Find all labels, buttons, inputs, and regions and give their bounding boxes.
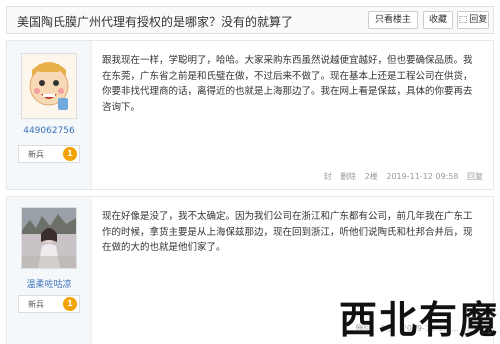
- thread-header: 美国陶氏膜广州代理有授权的是哪家？没有的就算了 只看楼主 收藏 ⬚ 回复: [6, 6, 494, 34]
- avatar-photo-icon: [22, 208, 76, 268]
- avatar-cartoon-icon: [22, 54, 76, 118]
- delete-link[interactable]: 删除: [340, 172, 356, 181]
- avatar[interactable]: [21, 53, 77, 119]
- watermark-text: 西北有魔: [339, 298, 500, 342]
- favorite-button[interactable]: 收藏: [423, 11, 453, 29]
- author-column: 温柔咗咕凉 新兵 1: [7, 197, 92, 344]
- post-content: 现在好像是没了，我不太确定。因为我们公司在浙江和广东都有公司，前几年我在广东工作…: [102, 211, 473, 253]
- floor-number: 2楼: [364, 172, 378, 181]
- rank-label: 新兵: [28, 150, 44, 159]
- reply-button-label: 回复: [469, 15, 488, 25]
- avatar[interactable]: [21, 207, 77, 269]
- post-floor-2: 449062756 新兵 1 跟我现在一样，学聪明了，哈哈。大家采购东西虽然说越…: [6, 40, 494, 190]
- rank-level-badge: 1: [63, 147, 77, 161]
- post-time: 2019-11-12 09:58: [386, 172, 459, 181]
- rank-box: 新兵 1: [18, 145, 80, 163]
- reply-button[interactable]: ⬚ 回复: [457, 11, 489, 29]
- username-link[interactable]: 449062756: [7, 126, 91, 136]
- rank-box: 新兵 1: [18, 295, 80, 313]
- only-author-button[interactable]: 只看楼主: [368, 11, 418, 29]
- thread-title: 美国陶氏膜广州代理有授权的是哪家？没有的就算了: [17, 15, 294, 29]
- forum-thread-page: 美国陶氏膜广州代理有授权的是哪家？没有的就算了 只看楼主 收藏 ⬚ 回复 449…: [0, 0, 500, 344]
- author-column: 449062756 新兵 1: [7, 41, 92, 189]
- post-footer: 封 删除 2楼 2019-11-12 09:58 回复: [318, 171, 483, 182]
- reply-link[interactable]: 回复: [467, 172, 483, 181]
- rank-level-badge: 1: [63, 297, 77, 311]
- reply-icon: ⬚: [458, 15, 468, 25]
- rank-label: 新兵: [28, 300, 44, 309]
- post-content: 跟我现在一样，学聪明了，哈哈。大家采购东西虽然说越便宜越好，但也要确保品质。我在…: [102, 55, 473, 113]
- username-link[interactable]: 温柔咗咕凉: [7, 277, 91, 290]
- block-link[interactable]: 封: [324, 172, 332, 181]
